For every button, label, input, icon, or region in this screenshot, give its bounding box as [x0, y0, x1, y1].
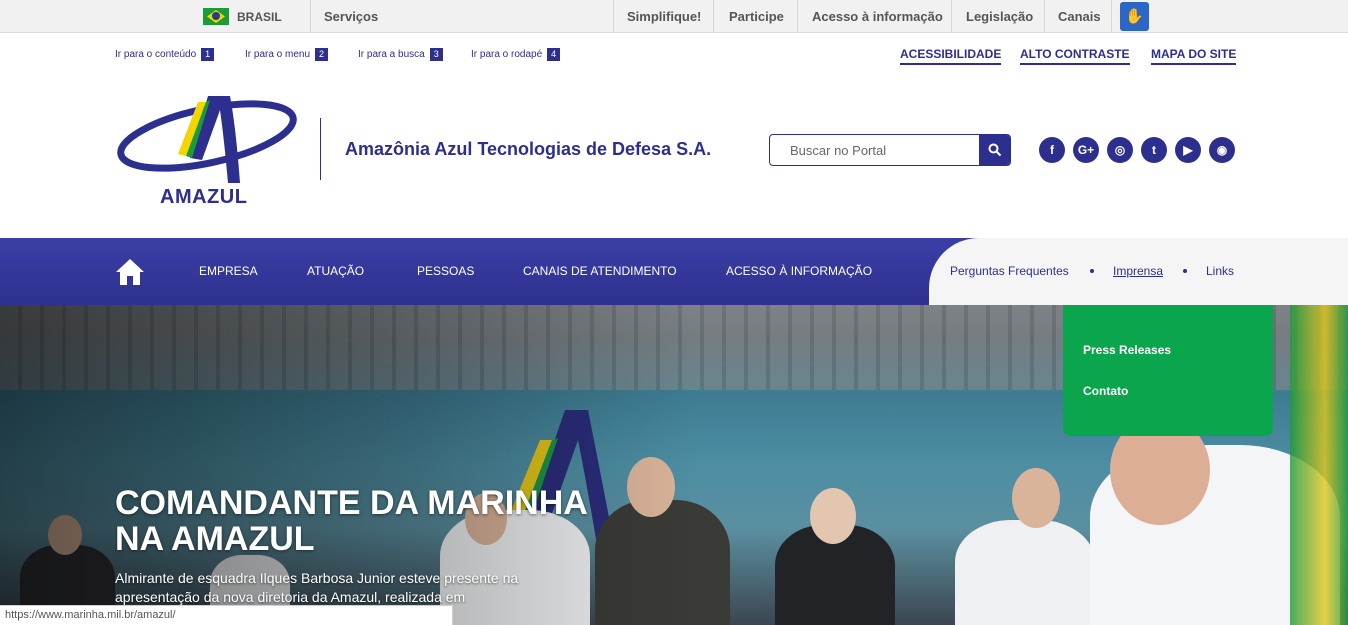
divider	[797, 0, 798, 33]
person-head	[1012, 468, 1060, 528]
brasil-label: BRASIL	[237, 9, 282, 24]
nav-item-atuacao[interactable]: ATUAÇÃO	[307, 238, 364, 305]
brasil-link[interactable]: BRASIL	[203, 7, 282, 26]
divider	[310, 0, 311, 33]
dropdown-item-contato[interactable]: Contato	[1083, 384, 1128, 398]
divider	[713, 0, 714, 33]
dropdown-item-press-releases[interactable]: Press Releases	[1083, 343, 1171, 357]
nav-item-pessoas[interactable]: PESSOAS	[417, 238, 474, 305]
gov-link-simplifique[interactable]: Simplifique!	[627, 0, 701, 33]
divider	[1044, 0, 1045, 33]
skip-link-number: 1	[201, 48, 215, 61]
home-icon[interactable]	[114, 257, 146, 287]
bullet	[1183, 269, 1187, 273]
skip-link-label: Ir para o menu	[245, 49, 311, 60]
skip-link-label: Ir para a busca	[358, 49, 425, 60]
divider	[613, 0, 614, 33]
gov-link-legislacao[interactable]: Legislação	[966, 0, 1033, 33]
sign-language-icon[interactable]: ✋	[1120, 2, 1149, 31]
nav-link-links[interactable]: Links	[1206, 238, 1234, 305]
skip-link-number: 3	[429, 48, 443, 61]
nav-item-canais[interactable]: CANAIS DE ATENDIMENTO	[523, 238, 677, 305]
skip-link-footer[interactable]: Ir para o rodapé 4	[471, 48, 561, 61]
search-input[interactable]	[770, 135, 980, 165]
gov-link-participe[interactable]: Participe	[729, 0, 784, 33]
accessibility-link[interactable]: ACESSIBILIDADE	[900, 47, 1002, 65]
brazil-flag-icon	[203, 8, 229, 25]
skip-link-content[interactable]: Ir para o conteúdo 1	[115, 48, 215, 61]
instagram-icon[interactable]: ◎	[1107, 137, 1133, 163]
twitter-icon[interactable]: t	[1141, 137, 1167, 163]
secondary-nav: Perguntas Frequentes Imprensa Links	[929, 238, 1348, 305]
nav-item-empresa[interactable]: EMPRESA	[199, 238, 258, 305]
skip-link-label: Ir para o rodapé	[471, 49, 543, 60]
search-box	[769, 134, 1011, 166]
gov-link-canais[interactable]: Canais	[1058, 0, 1101, 33]
hero-description: Almirante de esquadra Ilques Barbosa Jun…	[115, 570, 519, 605]
person-figure	[955, 520, 1095, 625]
skip-link-number: 4	[547, 48, 561, 61]
nav-item-acesso[interactable]: ACESSO À INFORMAÇÃO	[726, 238, 872, 305]
skip-link-menu[interactable]: Ir para o menu 2	[245, 48, 329, 61]
high-contrast-link[interactable]: ALTO CONTRASTE	[1020, 47, 1130, 65]
header-divider	[320, 118, 321, 180]
skip-link-label: Ir para o conteúdo	[115, 49, 197, 60]
amazul-logo-icon[interactable]	[112, 88, 302, 188]
gov-bar: BRASIL Serviços Simplifique! Participe A…	[0, 0, 1348, 33]
skip-link-search[interactable]: Ir para a busca 3	[358, 48, 443, 61]
hero-title[interactable]: COMANDANTE DA MARINHA NA AMAZUL	[115, 485, 595, 557]
divider	[951, 0, 952, 33]
status-bar-url: https://www.marinha.mil.br/amazul/	[0, 605, 453, 625]
nav-link-faq[interactable]: Perguntas Frequentes	[950, 238, 1069, 305]
rss-icon[interactable]: ◉	[1209, 137, 1235, 163]
bullet	[1090, 269, 1094, 273]
main-nav: EMPRESA ATUAÇÃO PESSOAS CANAIS DE ATENDI…	[0, 238, 1348, 305]
imprensa-dropdown: Press Releases Contato	[1063, 305, 1273, 436]
search-icon	[988, 143, 1001, 157]
divider	[1111, 0, 1112, 33]
youtube-icon[interactable]: ▶	[1175, 137, 1201, 163]
sitemap-link[interactable]: MAPA DO SITE	[1151, 47, 1237, 65]
nav-link-imprensa[interactable]: Imprensa	[1113, 238, 1163, 305]
gov-link-acesso[interactable]: Acesso à informação	[812, 0, 943, 33]
google-plus-icon[interactable]: G+	[1073, 137, 1099, 163]
logo-text: AMAZUL	[160, 186, 248, 208]
facebook-icon[interactable]: f	[1039, 137, 1065, 163]
hero-flag	[1290, 305, 1348, 625]
skip-link-number: 2	[315, 48, 329, 61]
search-button[interactable]	[979, 135, 1010, 165]
person-head	[810, 488, 856, 544]
services-link[interactable]: Serviços	[324, 0, 378, 33]
site-name: Amazônia Azul Tecnologias de Defesa S.A.	[345, 139, 712, 159]
